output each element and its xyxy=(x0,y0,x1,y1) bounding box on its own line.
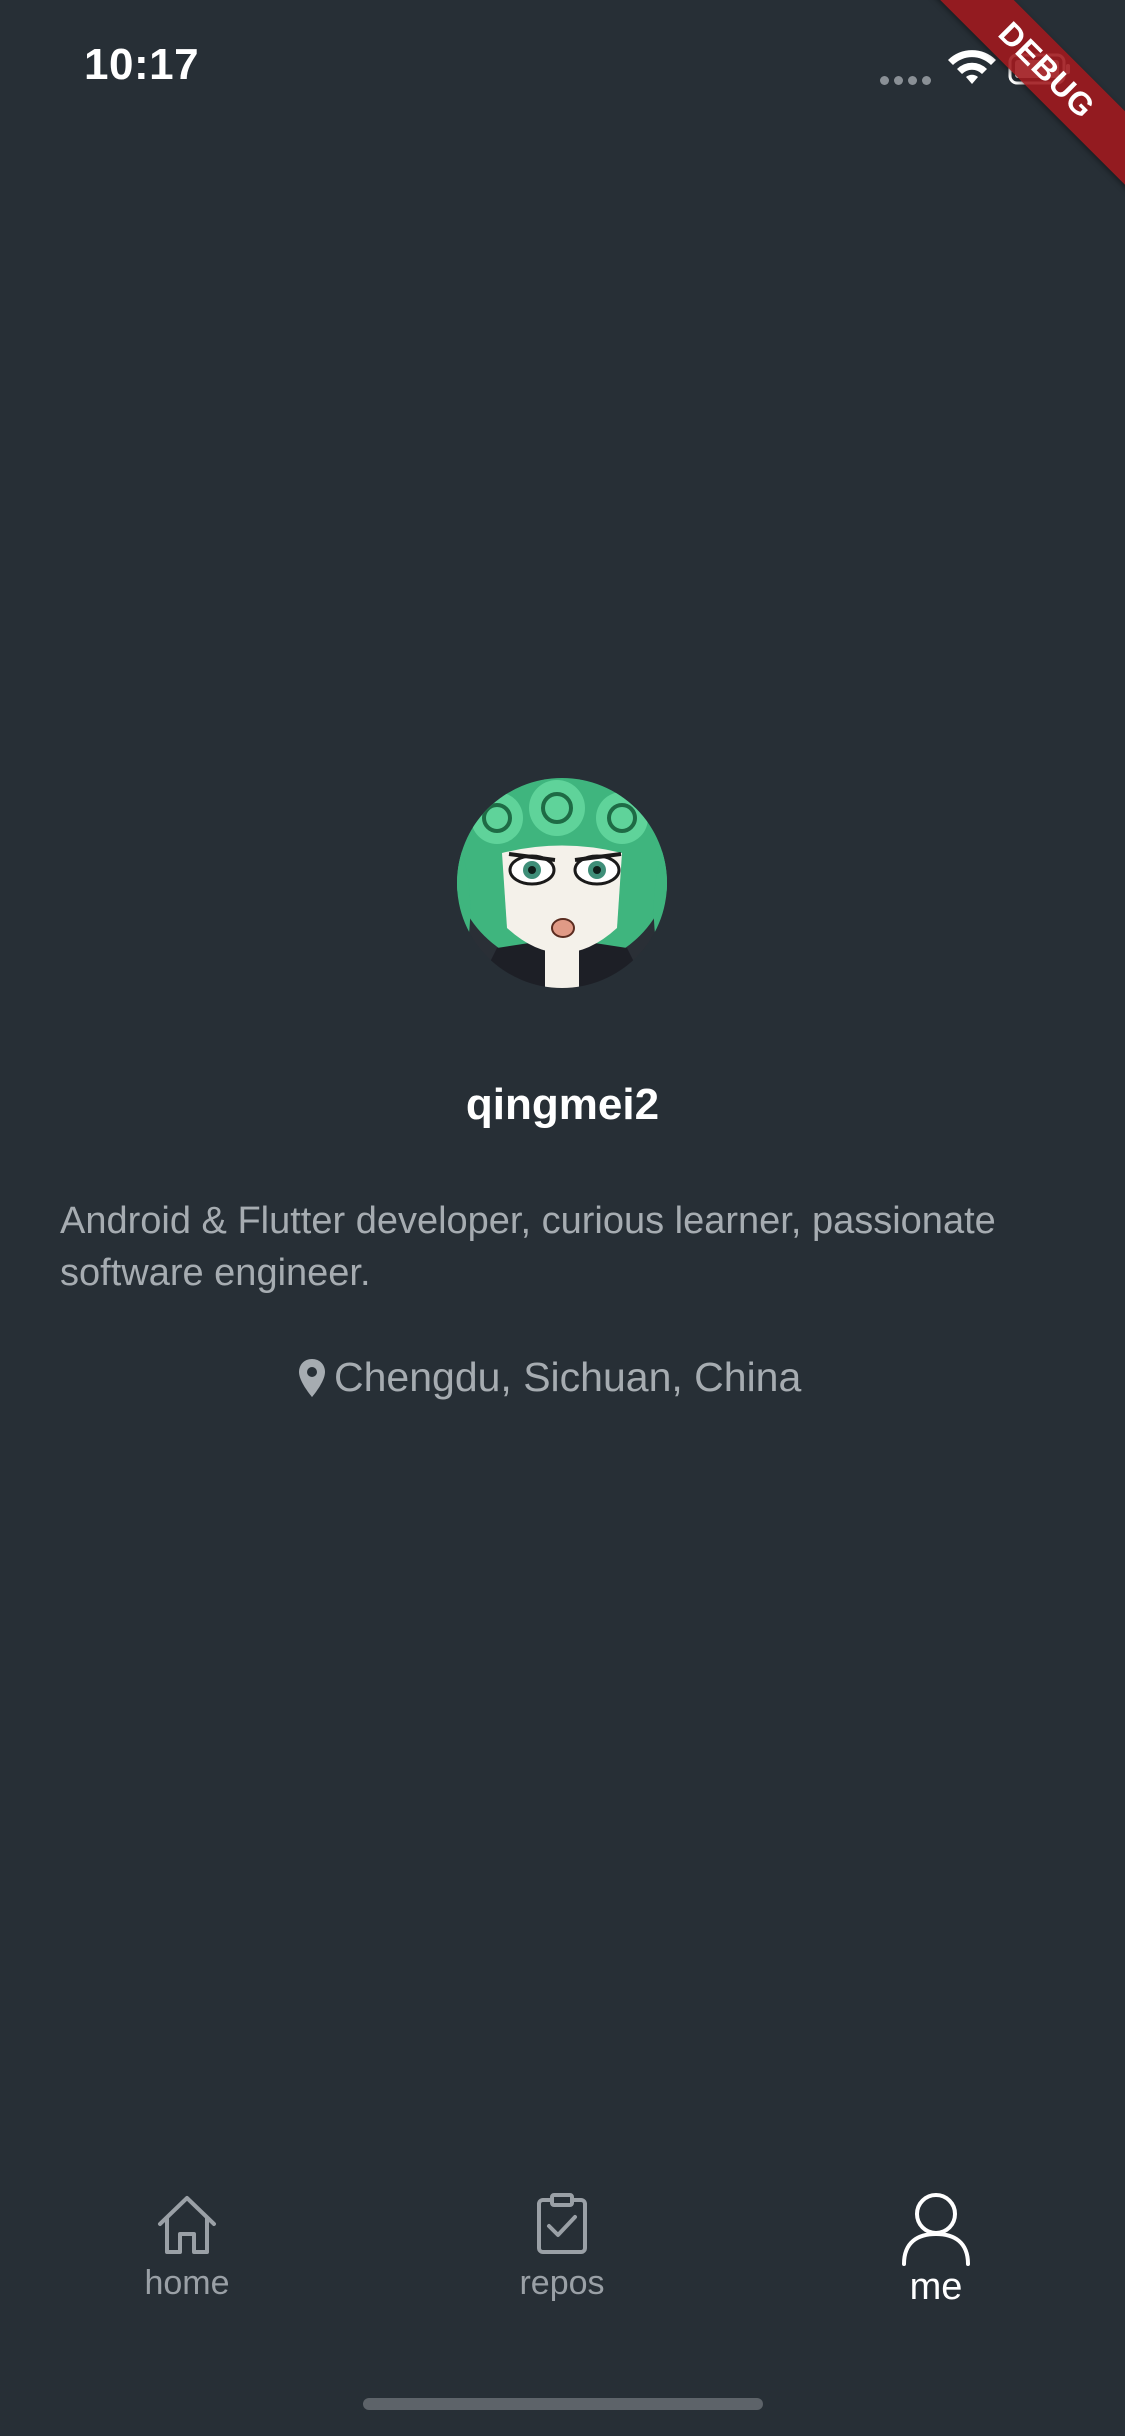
avatar-image xyxy=(457,778,667,988)
home-icon xyxy=(158,2196,216,2254)
username: qingmei2 xyxy=(465,1080,660,1129)
bio-text: Android & Flutter developer, curious lea… xyxy=(60,1200,996,1294)
bottom-navigation: home repos me xyxy=(0,2190,1125,2350)
location-text: Chengdu, Sichuan, China xyxy=(334,1354,802,1400)
nav-item-me[interactable]: me xyxy=(811,2190,1061,2309)
status-time: 10:17 xyxy=(84,40,200,89)
nav-label-home: home xyxy=(144,2264,230,2302)
cellular-signal-icon xyxy=(880,76,931,85)
home-indicator[interactable] xyxy=(363,2398,763,2410)
nav-label-me: me xyxy=(909,2266,963,2308)
clipboard-check-icon xyxy=(537,2193,587,2254)
nav-label-repos: repos xyxy=(519,2264,605,2302)
avatar xyxy=(457,778,667,988)
wifi-icon xyxy=(948,50,996,84)
nav-item-repos[interactable]: repos xyxy=(437,2190,687,2303)
person-icon xyxy=(902,2193,970,2266)
location-pin-icon xyxy=(299,1358,325,1397)
debug-banner: DEBUG xyxy=(901,0,1125,216)
location: Chengdu, Sichuan, China xyxy=(296,1354,801,1401)
nav-item-home[interactable]: home xyxy=(62,2190,312,2303)
